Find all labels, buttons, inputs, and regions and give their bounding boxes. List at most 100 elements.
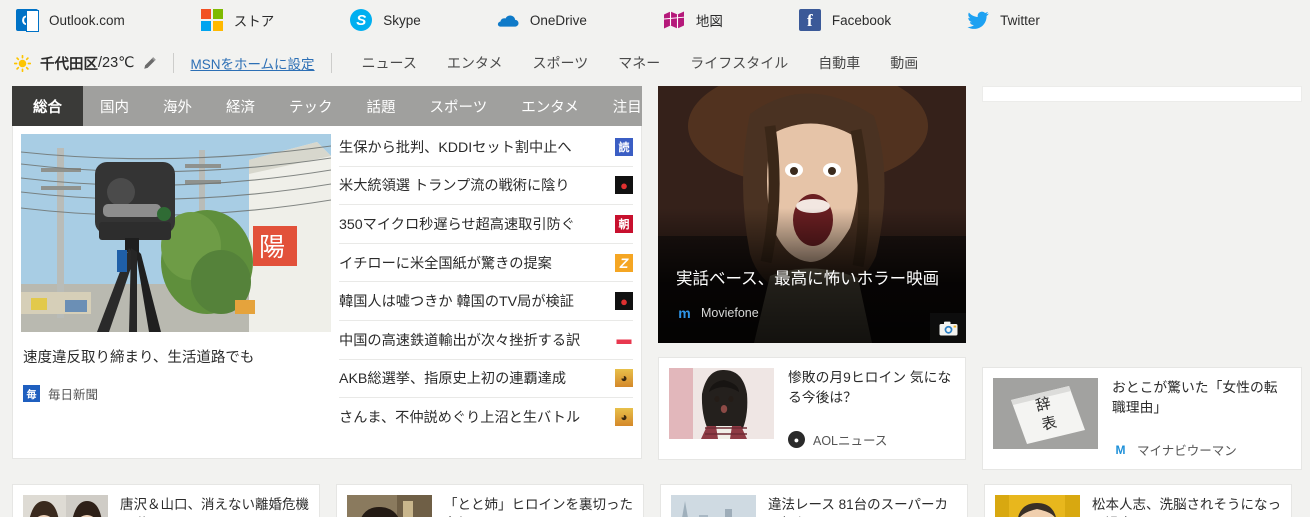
service-link-facebook[interactable]: Facebook	[798, 9, 892, 31]
headline-item[interactable]: イチローに米全国紙が驚きの提案 Z	[339, 244, 633, 283]
service-label: Skype	[383, 12, 421, 28]
story-card[interactable]: 「とと姉」ヒロインを裏切った女優	[336, 484, 644, 517]
card-body: おとこが驚いた「女性の転職理由」 M マイナビウーマン	[1098, 378, 1291, 459]
card-body: 惨敗の月9ヒロイン 気になる今後は？ ● AOLニュース	[774, 368, 955, 449]
skype-icon	[350, 9, 373, 31]
outlook-icon	[16, 9, 39, 32]
nav-divider-1	[173, 53, 175, 73]
tab-entertainment[interactable]: エンタメ	[504, 86, 596, 126]
story-card[interactable]: 惨敗の月9ヒロイン 気になる今後は？ ● AOLニュース	[658, 357, 966, 460]
onedrive-icon	[497, 9, 519, 31]
service-label: Facebook	[831, 12, 892, 28]
nav-link-lifestyle[interactable]: ライフスタイル	[690, 53, 788, 73]
service-link-twitter[interactable]: Twitter	[967, 9, 1040, 31]
feature-story[interactable]: 陽 速度違反取り締まり、生活道路でも 毎 毎日新聞	[13, 126, 339, 458]
tab-topics[interactable]: 話題	[350, 86, 413, 126]
category-tab-strip: 総合 国内 海外 経済 テック 話題 スポーツ エンタメ 注目	[12, 86, 642, 126]
weather-location: 千代田区	[40, 56, 98, 73]
tab-domestic[interactable]: 国内	[83, 86, 146, 126]
card-source: ● AOLニュース	[788, 430, 955, 449]
card-title: 惨敗の月9ヒロイン 気になる今後は？	[788, 370, 952, 405]
hero-source: m Moviefone	[676, 304, 758, 321]
source-name: マイナビウーマン	[1137, 444, 1237, 458]
headline-text: 350マイクロ秒遅らせ超高速取引防ぐ	[339, 216, 575, 233]
source-name: 毎日新聞	[48, 388, 99, 403]
service-link-onedrive[interactable]: OneDrive	[497, 9, 587, 31]
source-badge-icon: 毎	[23, 385, 40, 403]
card-image	[347, 495, 432, 517]
main-content: 総合 国内 海外 経済 テック 話題 スポーツ エンタメ 注目 陽 速度違反取り…	[0, 86, 1310, 470]
headline-item[interactable]: AKB総選挙、指原史上初の連覇達成 ◕	[339, 360, 633, 399]
story-card[interactable]: 辞 表 おとこが驚いた「女性の転職理由」 M マイナビウーマン	[982, 367, 1302, 470]
feature-source: 毎 毎日新聞	[21, 384, 331, 403]
tab-economy[interactable]: 経済	[209, 86, 272, 126]
source-badge-icon: 読	[615, 137, 633, 156]
nav-link-autos[interactable]: 自動車	[818, 53, 860, 73]
headline-item[interactable]: 韓国人は嘘つきか 韓国のTV局が検証 ●	[339, 282, 633, 321]
card-image	[995, 495, 1080, 517]
service-label: 地図	[695, 14, 723, 29]
source-name: AOLニュース	[813, 434, 888, 448]
card-title: 唐沢＆山口、消えない離婚危機の噂	[120, 497, 309, 517]
source-badge-icon: ◕	[615, 369, 633, 388]
hero-column: 実話ベース、最高に怖いホラー映画 m Moviefone 惨敗の月9ヒロイン 気…	[658, 86, 966, 470]
tab-international[interactable]: 海外	[146, 86, 209, 126]
card-title: 違法レース 81台のスーパーカー押収	[768, 497, 948, 517]
service-label: Twitter	[1000, 12, 1040, 28]
headline-item[interactable]: 350マイクロ秒遅らせ超高速取引防ぐ 朝	[339, 205, 633, 244]
feature-image[interactable]: 陽	[21, 134, 331, 332]
service-link-skype[interactable]: Skype	[350, 9, 421, 31]
headline-item[interactable]: 生保から批判、KDDIセット割中止へ 読	[339, 128, 633, 167]
card-title: 「とと姉」ヒロインを裏切った女優	[444, 497, 633, 517]
headline-text: AKB総選挙、指原史上初の連覇達成	[339, 371, 567, 388]
story-card[interactable]: 松本人志、洗脳されそうになった過去	[984, 484, 1292, 517]
source-badge-icon: Z	[615, 253, 633, 272]
card-title: 松本人志、洗脳されそうになった過去	[1092, 497, 1281, 517]
store-icon	[200, 9, 223, 31]
headline-text: イチローに米全国紙が驚きの提案	[339, 255, 552, 272]
source-badge-icon: 朝	[615, 214, 633, 233]
card-image	[23, 495, 108, 517]
service-link-maps[interactable]: 地図	[663, 9, 723, 31]
facebook-icon	[798, 9, 821, 31]
nav-link-sports[interactable]: スポーツ	[532, 53, 588, 73]
tab-tech[interactable]: テック	[272, 86, 350, 126]
source-badge-icon: ●	[615, 292, 633, 311]
nav-link-video[interactable]: 動画	[890, 53, 918, 73]
weather-temperature: 23℃	[102, 55, 135, 71]
headline-item[interactable]: 米大統領選 トランプ流の戦術に陰り ●	[339, 167, 633, 206]
headline-item[interactable]: さんま、不仲説めぐり上沼と生バトル ◕	[339, 398, 633, 437]
headline-item[interactable]: 中国の高速鉄道輸出が次々挫折する訳 ▬	[339, 321, 633, 360]
sun-icon	[14, 54, 31, 72]
nav-link-entertainment[interactable]: エンタメ	[447, 53, 503, 73]
service-link-outlook[interactable]: Outlook.com	[16, 9, 125, 32]
tab-featured[interactable]: 注目	[596, 86, 659, 126]
ad-placeholder	[982, 86, 1302, 102]
service-link-store[interactable]: ストア	[200, 9, 274, 31]
news-column: 総合 国内 海外 経済 テック 話題 スポーツ エンタメ 注目 陽 速度違反取り…	[12, 86, 642, 470]
headline-text: 生保から批判、KDDIセット割中止へ	[339, 139, 572, 156]
source-badge-icon: ●	[615, 176, 633, 195]
headline-list: 生保から批判、KDDIセット割中止へ 読 米大統領選 トランプ流の戦術に陰り ●…	[339, 126, 641, 458]
feature-panel: 陽 速度違反取り締まり、生活道路でも 毎 毎日新聞 生保から批判、KDDIセット…	[12, 126, 642, 459]
service-label: OneDrive	[529, 12, 587, 28]
weather-widget[interactable]: 千代田区 / 23℃	[14, 53, 157, 74]
hero-title: 実話ベース、最高に怖いホラー映画	[676, 270, 940, 289]
tab-sports[interactable]: スポーツ	[413, 86, 505, 126]
hero-card[interactable]: 実話ベース、最高に怖いホラー映画 m Moviefone	[658, 86, 966, 343]
maps-icon	[663, 9, 685, 31]
headline-text: 韓国人は嘘つきか 韓国のTV局が検証	[339, 294, 574, 311]
pencil-icon[interactable]	[143, 56, 157, 70]
card-source: M マイナビウーマン	[1112, 440, 1291, 459]
source-badge-icon: M	[1115, 442, 1126, 457]
set-msn-home-link[interactable]: MSNをホームに設定	[190, 53, 314, 73]
story-card[interactable]: 違法レース 81台のスーパーカー押収	[660, 484, 968, 517]
story-card[interactable]: 唐沢＆山口、消えない離婚危機の噂	[12, 484, 320, 517]
nav-link-money[interactable]: マネー	[618, 53, 660, 73]
camera-icon	[930, 313, 966, 343]
source-badge-icon: ●	[788, 431, 805, 448]
nav-link-news[interactable]: ニュース	[362, 53, 417, 73]
source-badge-icon: ◕	[615, 408, 633, 427]
tab-general[interactable]: 総合	[12, 86, 83, 126]
card-image	[669, 368, 774, 439]
